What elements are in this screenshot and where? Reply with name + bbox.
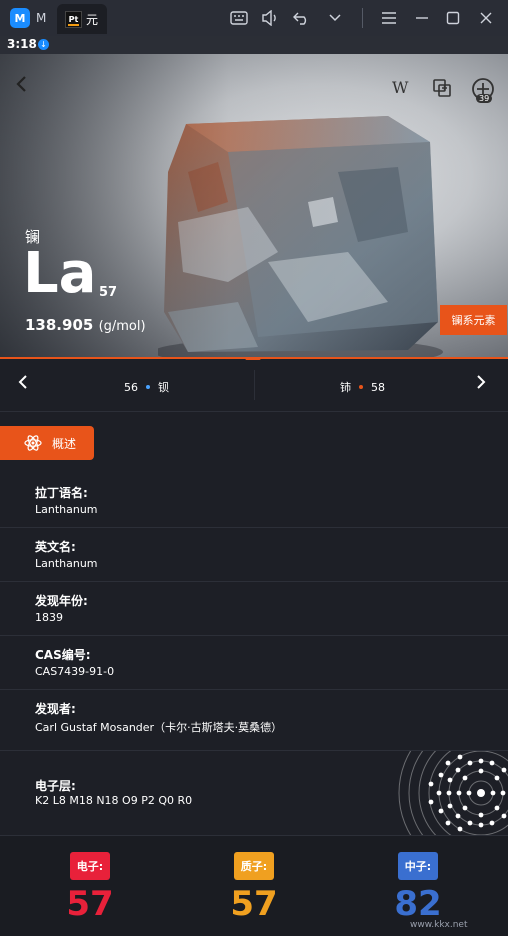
neutron-count-label: 中子:: [397, 852, 439, 880]
info-value: 1839: [35, 611, 63, 624]
undo-icon[interactable]: [292, 8, 312, 28]
volume-icon[interactable]: [260, 8, 280, 28]
info-label: 英文名:: [35, 540, 76, 554]
prev-element-number: 56: [124, 380, 138, 394]
active-tab-label: 元: [86, 12, 99, 27]
neutron-count: 中子: 82: [373, 852, 463, 924]
electron-shell-label: 电子层:: [35, 779, 76, 793]
element-symbol: La: [23, 241, 97, 306]
electron-count: 电子: 57: [45, 852, 135, 924]
info-value: CAS7439-91-0: [35, 665, 115, 678]
element-hero: W 39 镧 La 57 138.905 (g/mol) 镧系元素: [0, 54, 508, 358]
neutron-count-value: 82: [394, 884, 442, 924]
info-cas-number: CAS编号: CAS7439-91-0: [0, 636, 508, 690]
compare-icon[interactable]: [432, 78, 452, 98]
maximize-icon[interactable]: [443, 8, 463, 28]
hero-overlay: [0, 54, 508, 358]
chevron-down-icon[interactable]: [325, 8, 345, 28]
prev-element-button[interactable]: [18, 374, 28, 395]
app-tab-label: M: [36, 11, 47, 25]
info-label: CAS编号:: [35, 648, 91, 662]
electron-count-value: 57: [66, 884, 114, 924]
info-discovery-year: 发现年份: 1839: [0, 582, 508, 636]
count-badge: 39: [476, 94, 493, 103]
menu-icon[interactable]: [379, 8, 399, 28]
atom-icon: [24, 435, 42, 451]
next-element-button[interactable]: [476, 374, 486, 395]
next-element-name: 铈: [340, 381, 351, 394]
wikipedia-icon[interactable]: W: [392, 78, 408, 97]
element-series-tag[interactable]: 镧系元素: [440, 305, 507, 335]
info-value: Lanthanum: [35, 503, 98, 516]
info-discoverer: 发现者: Carl Gustaf Mosander（卡尔·古斯塔夫·莫桑德）: [0, 690, 508, 744]
back-button[interactable]: [14, 74, 28, 99]
overview-tab[interactable]: 概述: [0, 426, 94, 460]
atomic-mass: 138.905 (g/mol): [25, 316, 146, 334]
next-element[interactable]: 铈 58: [340, 379, 385, 395]
emulator-titlebar: M M Pt 元: [0, 0, 508, 36]
info-value: Lanthanum: [35, 557, 98, 570]
electron-count-label: 电子:: [69, 852, 111, 880]
watermark: www.kkx.net: [410, 920, 468, 930]
info-latin-name: 拉丁语名: Lanthanum: [0, 474, 508, 528]
prev-element[interactable]: 56 钡: [124, 379, 169, 395]
close-icon[interactable]: [476, 8, 496, 28]
titlebar-divider: [362, 8, 363, 28]
active-app-tab[interactable]: Pt 元: [57, 4, 107, 34]
info-label: 拉丁语名:: [35, 486, 88, 500]
overview-tab-label: 概述: [52, 436, 77, 451]
proton-count-value: 57: [230, 884, 278, 924]
emulator-logo-icon: M: [10, 8, 30, 28]
atomic-number: 57: [99, 285, 118, 300]
android-status-bar: 3:18 ↓: [0, 36, 508, 54]
keyboard-icon[interactable]: [229, 8, 249, 28]
element-info-list: 拉丁语名: Lanthanum 英文名: Lanthanum 发现年份: 183…: [0, 474, 508, 744]
proton-count-label: 质子:: [233, 852, 275, 880]
proton-count: 质子: 57: [209, 852, 299, 924]
download-indicator-icon: ↓: [38, 39, 49, 50]
next-element-dot: [359, 385, 363, 389]
minimize-icon[interactable]: [412, 8, 432, 28]
status-time: 3:18: [7, 37, 37, 51]
prev-element-dot: [146, 385, 150, 389]
nav-divider: [254, 370, 255, 400]
periodic-table-app-icon: Pt: [65, 10, 82, 28]
element-navigation: 56 钡 铈 58: [0, 360, 508, 412]
app-tab[interactable]: M M: [10, 6, 52, 30]
electron-shell-diagram: [398, 751, 508, 836]
prev-element-name: 钡: [158, 381, 169, 394]
info-value: Carl Gustaf Mosander（卡尔·古斯塔夫·莫桑德）: [35, 721, 283, 734]
info-label: 发现者:: [35, 702, 76, 716]
atomic-mass-unit: (g/mol): [98, 319, 146, 334]
info-label: 发现年份:: [35, 594, 88, 608]
next-element-number: 58: [371, 380, 385, 394]
atomic-mass-value: 138.905: [25, 316, 94, 334]
electron-shell-value: K2 L8 M18 N18 O9 P2 Q0 R0: [35, 794, 193, 807]
info-english-name: 英文名: Lanthanum: [0, 528, 508, 582]
